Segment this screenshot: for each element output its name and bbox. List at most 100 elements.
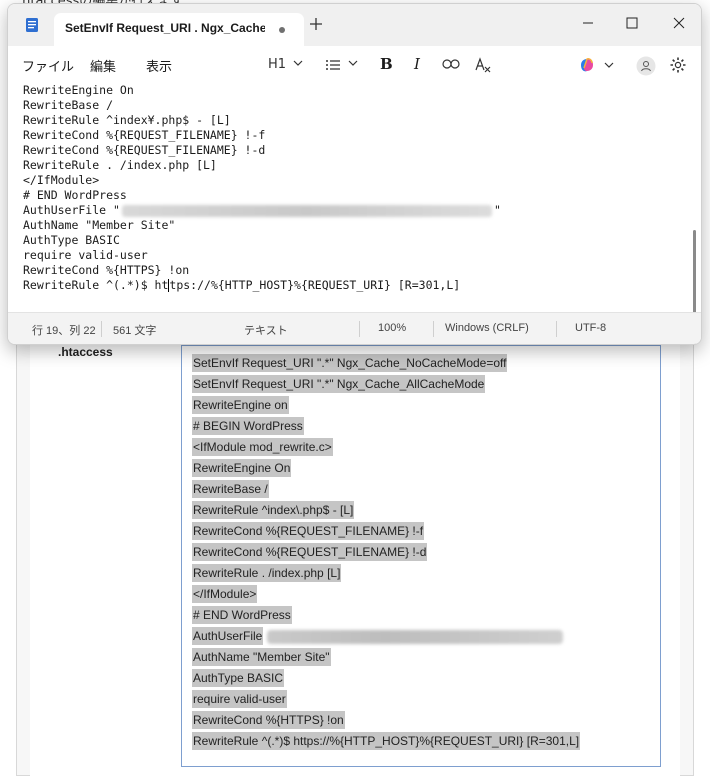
htaccess-line: RewriteRule . /index.php [L]: [192, 563, 580, 584]
selected-text: RewriteCond %{HTTPS} !on: [192, 711, 345, 729]
status-divider: [433, 321, 434, 337]
selected-text: AuthType BASIC: [192, 669, 285, 687]
editor-line-text: RewriteEngine On: [23, 83, 134, 97]
redacted-path: [267, 629, 564, 644]
status-divider: [101, 321, 102, 337]
status-format[interactable]: テキスト: [244, 322, 288, 338]
editor-line: RewriteEngine On: [23, 83, 501, 98]
selected-text: # END WordPress: [192, 606, 292, 624]
tab-document[interactable]: SetEnvIf Request_URI . Ngx_Cache_I: [54, 13, 304, 46]
editor-line: AuthUserFile " ": [23, 203, 501, 218]
htaccess-line: # END WordPress: [192, 605, 580, 626]
htaccess-line: # BEGIN WordPress: [192, 416, 580, 437]
editor-line-text: require valid-user: [23, 248, 148, 262]
bold-icon[interactable]: B: [380, 55, 393, 75]
menu-file[interactable]: ファイル: [22, 56, 74, 75]
menu-view[interactable]: 表示: [146, 56, 172, 75]
editor-text-area[interactable]: RewriteEngine On RewriteBase / RewriteRule…: [8, 82, 701, 344]
selected-text: require valid-user: [192, 690, 287, 708]
editor-line-text: # END WordPress: [23, 188, 127, 202]
italic-icon[interactable]: I: [414, 55, 420, 75]
status-encoding[interactable]: UTF-8: [575, 322, 606, 334]
selected-text: RewriteRule ^index\.php$ - [L]: [192, 501, 355, 519]
status-bar: 行 19、列 22 561 文字 テキスト 100% Windows (CRLF…: [8, 312, 701, 344]
selected-text: RewriteBase /: [192, 480, 269, 498]
htaccess-line: AuthType BASIC: [192, 668, 580, 689]
gear-icon[interactable]: [669, 56, 687, 74]
editor-line: RewriteRule . /index.php [L]: [23, 158, 501, 173]
closing-quote: ": [493, 203, 501, 217]
menu-edit[interactable]: 編集: [90, 56, 116, 75]
editor-line: RewriteBase /: [23, 98, 501, 113]
chevron-down-icon[interactable]: [348, 59, 358, 67]
editor-line-text: tps://%{HTTP_HOST}%{REQUEST_URI} [R=301,…: [169, 278, 461, 292]
selected-text: AuthUserFile: [192, 627, 264, 645]
status-line-ending[interactable]: Windows (CRLF): [445, 322, 529, 334]
status-divider: [556, 321, 557, 337]
htaccess-line: <IfModule mod_rewrite.c>: [192, 437, 580, 458]
title-bar: SetEnvIf Request_URI . Ngx_Cache_I: [8, 4, 701, 46]
heading-dropdown[interactable]: H1: [268, 57, 286, 77]
editor-line: RewriteRule ^(.*)$ https://%{HTTP_HOST}%…: [23, 278, 501, 293]
status-cursor-position: 行 19、列 22: [32, 325, 96, 337]
maximize-icon[interactable]: [617, 12, 647, 34]
editor-line: AuthType BASIC: [23, 233, 501, 248]
selected-text: AuthName "Member Site": [192, 648, 331, 666]
editor-line: </IfModule>: [23, 173, 501, 188]
selected-text: RewriteRule . /index.php [L]: [192, 564, 342, 582]
new-tab-plus-icon[interactable]: [308, 16, 324, 32]
editor-line-text: RewriteRule ^index¥.php$ - [L]: [23, 113, 231, 127]
htaccess-line: require valid-user: [192, 689, 580, 710]
unsaved-dot-icon[interactable]: [279, 27, 285, 33]
htaccess-lines: SetEnvIf Request_URI ".*" Ngx_Cache_NoCa…: [192, 353, 581, 752]
htaccess-line: RewriteEngine on: [192, 395, 580, 416]
editor-line: RewriteCond %{REQUEST_FILENAME} !-d: [23, 143, 501, 158]
htaccess-line: RewriteCond %{REQUEST_FILENAME} !-d: [192, 542, 580, 563]
chevron-down-icon[interactable]: [604, 61, 614, 69]
chevron-down-icon[interactable]: [293, 59, 303, 67]
status-divider: [359, 321, 360, 337]
clear-formatting-icon[interactable]: [474, 57, 492, 73]
editor-line: RewriteCond %{HTTPS} !on: [23, 263, 501, 278]
editor-line-text: RewriteCond %{REQUEST_FILENAME} !-d: [23, 143, 266, 157]
selected-text: # BEGIN WordPress: [192, 417, 304, 435]
tab-title: SetEnvIf Request_URI . Ngx_Cache_I: [65, 21, 265, 35]
account-icon[interactable]: [636, 56, 656, 76]
selected-text: RewriteEngine on: [192, 396, 289, 414]
selected-text: </IfModule>: [192, 585, 258, 603]
status-zoom[interactable]: 100%: [378, 322, 406, 334]
htaccess-line: RewriteRule ^index\.php$ - [L]: [192, 500, 580, 521]
htaccess-line: RewriteRule ^(.*)$ https://%{HTTP_HOST}%…: [192, 731, 581, 752]
editor-line-text: RewriteCond %{REQUEST_FILENAME} !-f: [23, 128, 266, 142]
minimize-icon[interactable]: [573, 12, 603, 34]
bulleted-list-icon[interactable]: [325, 58, 341, 72]
editor-line: # END WordPress: [23, 188, 501, 203]
editor-line-text: RewriteRule . /index.php [L]: [23, 158, 217, 172]
htaccess-line: RewriteEngine On: [192, 458, 580, 479]
link-icon[interactable]: [442, 59, 460, 69]
editor-line-text: AuthType BASIC: [23, 233, 120, 247]
htaccess-line: RewriteCond %{HTTPS} !on: [192, 710, 580, 731]
htaccess-line: SetEnvIf Request_URI ".*" Ngx_Cache_AllC…: [192, 374, 580, 395]
notepad-app-icon: [26, 18, 38, 32]
editor-line-text: RewriteRule ^(.*)$ ht: [23, 278, 169, 292]
htaccess-textarea[interactable]: SetEnvIf Request_URI ".*" Ngx_Cache_NoCa…: [181, 345, 661, 767]
editor-line: RewriteRule ^index¥.php$ - [L]: [23, 113, 501, 128]
htaccess-label: .htaccess: [58, 345, 113, 359]
redacted-path: [121, 204, 492, 217]
notepad-window: SetEnvIf Request_URI . Ngx_Cache_I ファイル …: [7, 3, 702, 345]
close-icon[interactable]: [664, 12, 694, 34]
htaccess-line: AuthName "Member Site": [192, 647, 580, 668]
status-char-count: 561 文字: [113, 325, 157, 337]
selected-text: RewriteCond %{REQUEST_FILENAME} !-f: [192, 522, 425, 540]
selected-text: SetEnvIf Request_URI ".*" Ngx_Cache_NoCa…: [192, 354, 508, 372]
htaccess-line: RewriteCond %{REQUEST_FILENAME} !-f: [192, 521, 580, 542]
editor-line-text: RewriteBase /: [23, 98, 114, 112]
editor-line: RewriteCond %{REQUEST_FILENAME} !-f: [23, 128, 501, 143]
htaccess-line: RewriteBase /: [192, 479, 580, 500]
editor-line-text: RewriteCond %{HTTPS} !on: [23, 263, 190, 277]
htaccess-line: AuthUserFile: [192, 626, 580, 647]
editor-line: AuthName "Member Site": [23, 218, 501, 233]
copilot-icon[interactable]: [578, 56, 596, 74]
selected-text: RewriteCond %{REQUEST_FILENAME} !-d: [192, 543, 428, 561]
